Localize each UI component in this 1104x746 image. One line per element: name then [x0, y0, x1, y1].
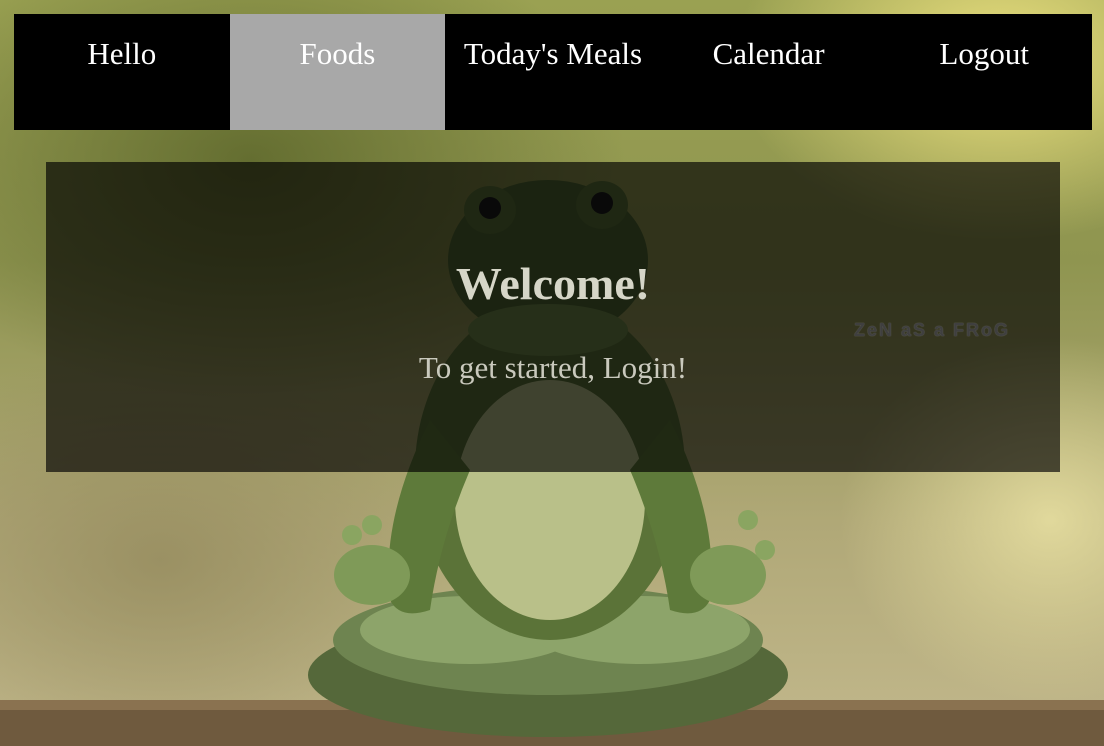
nav-item-calendar[interactable]: Calendar	[661, 14, 877, 130]
welcome-subtitle: To get started, Login!	[418, 350, 688, 385]
image-watermark: ZeN aS a FRoG	[854, 320, 1011, 340]
nav-item-hello[interactable]: Hello	[14, 14, 230, 130]
nav-item-logout[interactable]: Logout	[876, 14, 1092, 130]
nav-item-todays-meals[interactable]: Today's Meals	[445, 14, 661, 130]
welcome-title: Welcome!	[455, 258, 651, 309]
nav-item-foods[interactable]: Foods	[229, 14, 446, 130]
welcome-panel: Welcome! To get started, Login! ZeN aS a…	[46, 162, 1060, 472]
main-nav: Hello Foods Today's Meals Calendar Logou…	[14, 14, 1092, 130]
